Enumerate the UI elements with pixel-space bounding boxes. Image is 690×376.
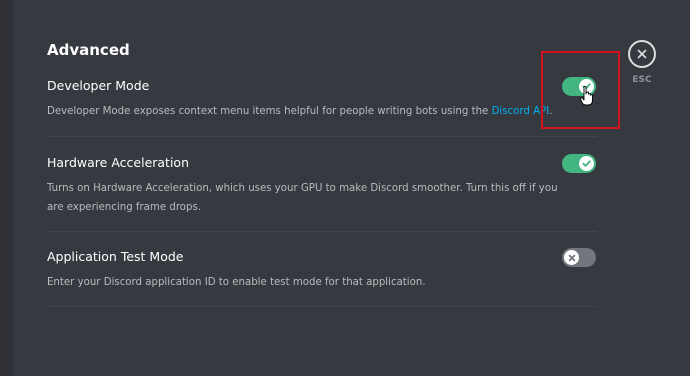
setting-developer-mode: Developer Mode Developer Mode exposes co…	[47, 78, 597, 121]
setting-title: Application Test Mode	[47, 249, 184, 264]
setting-title: Developer Mode	[47, 78, 150, 93]
section-title: Advanced	[47, 41, 130, 59]
divider	[47, 136, 597, 137]
application-test-mode-toggle[interactable]	[562, 248, 596, 267]
setting-description: Turns on Hardware Acceleration, which us…	[47, 183, 558, 213]
divider	[47, 231, 597, 232]
sidebar-edge	[0, 0, 13, 376]
setting-description: Enter your Discord application ID to ena…	[47, 277, 426, 288]
close-button[interactable]	[628, 40, 656, 68]
setting-hardware-acceleration: Hardware Acceleration Turns on Hardware …	[47, 155, 597, 217]
setting-title: Hardware Acceleration	[47, 155, 189, 170]
setting-description: Developer Mode exposes context menu item…	[47, 106, 553, 117]
divider	[47, 306, 597, 307]
esc-label: ESC	[632, 75, 652, 85]
check-icon	[579, 156, 594, 171]
close-icon	[637, 49, 647, 59]
setting-application-test-mode: Application Test Mode Enter your Discord…	[47, 249, 597, 292]
hand-cursor-icon	[580, 86, 594, 110]
hardware-acceleration-toggle[interactable]	[562, 154, 596, 173]
x-icon	[564, 250, 579, 265]
